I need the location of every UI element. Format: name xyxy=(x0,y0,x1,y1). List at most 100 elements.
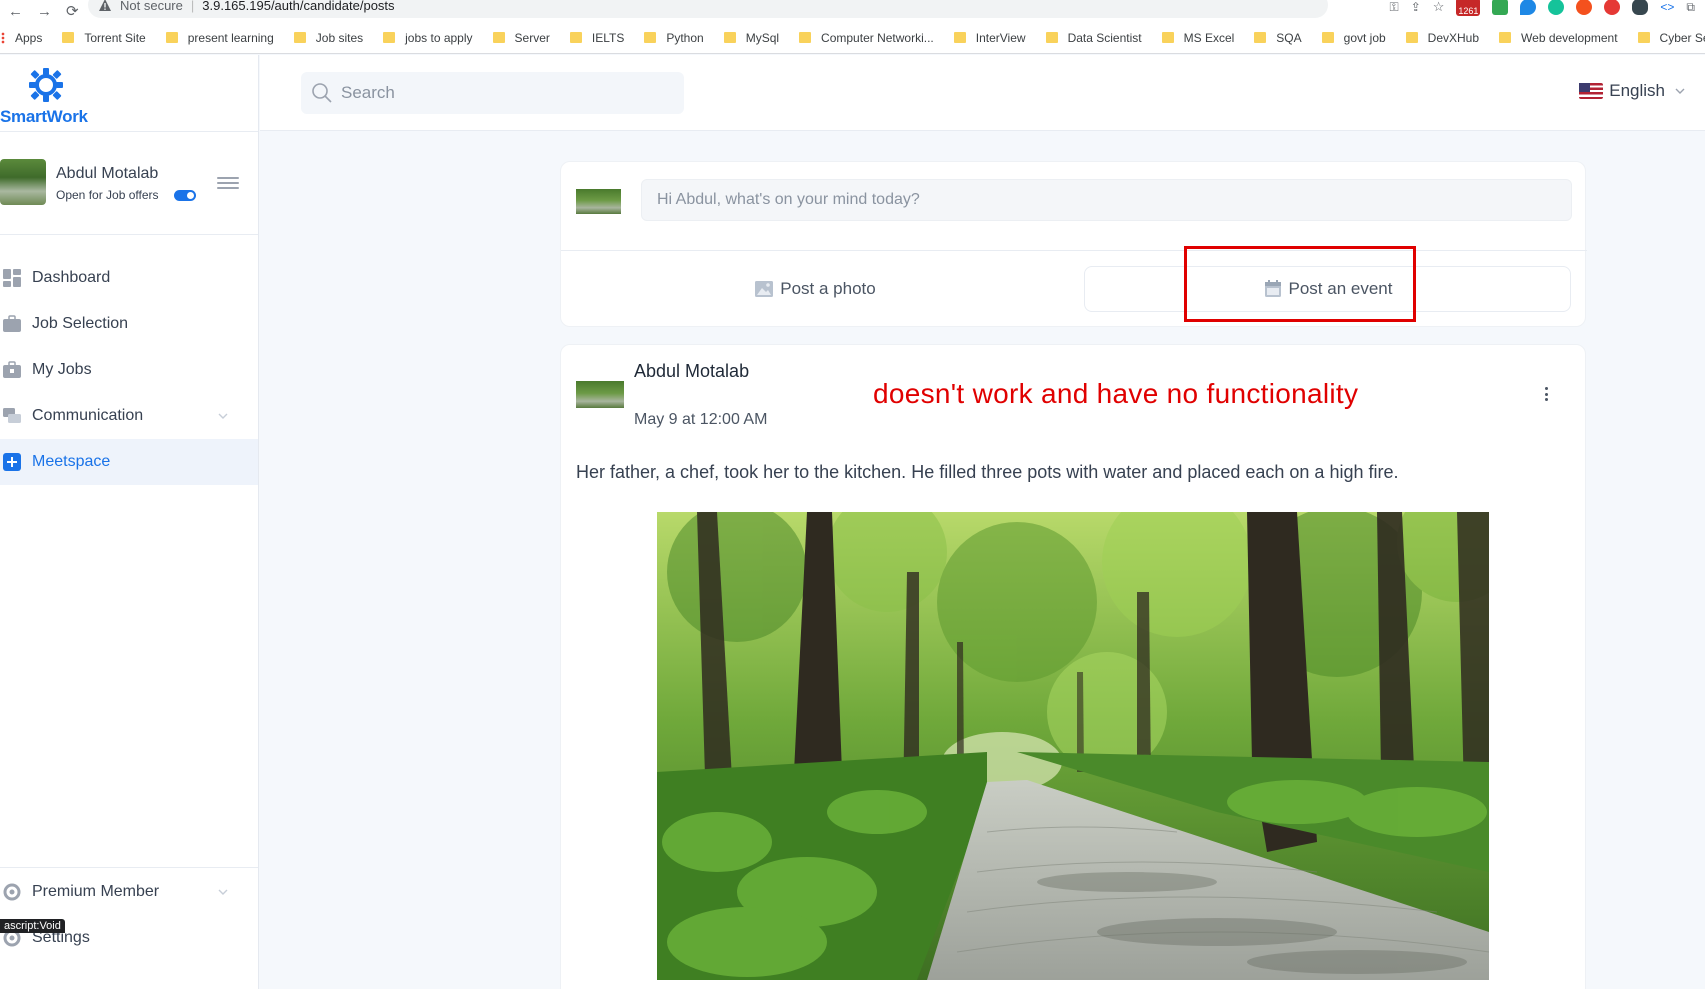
bookmark-item[interactable]: Computer Networki... xyxy=(799,31,934,45)
bookmark-item[interactable]: DevXHub xyxy=(1405,30,1480,45)
search-icon xyxy=(312,83,332,103)
orange-extension-icon[interactable] xyxy=(1576,0,1593,15)
puzzle-extension-icon[interactable]: ⧉ xyxy=(1686,0,1695,15)
bookmark-label: DevXHub xyxy=(1427,30,1480,45)
chevron-down-icon[interactable] xyxy=(218,887,228,897)
sidebar-divider xyxy=(0,131,258,132)
url-separator: | xyxy=(190,0,195,13)
sidebar-item-label: Meetspace xyxy=(32,453,111,470)
sidebar-divider xyxy=(0,867,258,868)
sidebar-item-label: Communication xyxy=(32,407,144,424)
bookmarks-bar: Apps Torrent Site present learning Job site… xyxy=(0,22,1705,54)
reload-icon[interactable]: ⟳ xyxy=(66,2,79,20)
share-icon[interactable]: ⇪ xyxy=(1411,0,1421,14)
menu-icon[interactable] xyxy=(217,177,239,191)
folder-icon xyxy=(1637,32,1650,43)
bookmark-label: govt job xyxy=(1343,30,1386,45)
bookmark-item[interactable]: IELTS xyxy=(569,31,624,45)
folder-icon xyxy=(723,32,736,43)
chevron-down-icon[interactable] xyxy=(218,411,228,421)
post-image[interactable] xyxy=(657,512,1489,980)
forward-arrow-icon[interactable]: → xyxy=(37,3,52,20)
bookmark-item[interactable]: Python xyxy=(644,30,704,45)
language-label: English xyxy=(1609,81,1665,100)
extensions-bar: ⚿ ⇪ ☆ 1261 <> ⧉ xyxy=(1390,0,1705,18)
chat-icon xyxy=(3,408,21,423)
brand-name: SmartWork xyxy=(0,107,88,126)
gmail-extension-icon[interactable]: 1261 xyxy=(1456,0,1481,16)
sidebar-item-label: Dashboard xyxy=(32,269,111,286)
browser-address-bar: ← → ⟳ Not secure | 3.9.165.195/auth/cand… xyxy=(0,0,1705,22)
more-options-icon[interactable] xyxy=(1545,387,1551,403)
bookmark-label: MySql xyxy=(745,30,780,45)
bookmark-label: Python xyxy=(666,30,704,45)
bookmark-item[interactable]: Torrent Site xyxy=(62,31,146,45)
bookmark-item[interactable]: Data Scientist xyxy=(1045,30,1142,45)
grammarly-icon[interactable] xyxy=(1548,0,1565,15)
bookmark-label: Apps xyxy=(15,30,43,45)
folder-icon xyxy=(1405,32,1418,43)
annotation-note: doesn't work and have no functionality xyxy=(873,378,1359,409)
red-extension-icon[interactable] xyxy=(1604,0,1621,15)
profile-status: Open for Job offers xyxy=(56,188,159,202)
bookmark-apps[interactable]: Apps xyxy=(0,31,42,45)
mouse-extension-icon[interactable] xyxy=(1632,0,1649,15)
smartwork-logo[interactable]: SmartWork xyxy=(0,61,110,131)
post-photo-label: Post a photo xyxy=(780,279,876,298)
security-label: Not secure xyxy=(120,0,183,13)
sidebar-item-premium-member[interactable]: Premium Member xyxy=(0,869,258,915)
avatar[interactable] xyxy=(0,159,46,205)
bookmark-item[interactable]: govt job xyxy=(1321,30,1386,45)
bookmark-item[interactable]: MS Excel xyxy=(1161,31,1234,45)
bookmark-item[interactable]: Cyber Security xyxy=(1637,31,1705,45)
profile-summary: Abdul Motalab Open for Job offers xyxy=(0,159,258,213)
sidebar-item-meetspace[interactable]: Meetspace xyxy=(0,439,258,485)
bookmark-label: present learning xyxy=(187,30,274,45)
top-bar: English xyxy=(260,55,1705,131)
composer-input[interactable]: Hi Abdul, what's on your mind today? xyxy=(641,179,1572,221)
sidebar-item-communication[interactable]: Communication xyxy=(0,393,258,439)
sidebar-nav: Dashboard Job Selection My Jobs Communicati… xyxy=(0,255,258,485)
bookmark-item[interactable]: InterView xyxy=(953,31,1026,45)
bookmark-item[interactable]: MySql xyxy=(723,30,780,45)
composer-divider xyxy=(561,250,1587,251)
folder-icon xyxy=(799,32,812,43)
bookmark-item[interactable]: SQA xyxy=(1254,31,1302,45)
sidebar-item-my-jobs[interactable]: My Jobs xyxy=(0,347,258,393)
code-extension-icon[interactable]: <> xyxy=(1660,0,1674,14)
bookmark-item[interactable]: present learning xyxy=(165,30,274,45)
extension-badge: 1261 xyxy=(1458,6,1479,16)
folder-icon xyxy=(383,32,396,43)
composer-avatar xyxy=(576,189,621,214)
sidebar-item-dashboard[interactable]: Dashboard xyxy=(0,255,258,301)
job-offers-toggle[interactable] xyxy=(174,190,196,201)
bookmark-item[interactable]: Server xyxy=(492,31,550,45)
shield-extension-icon[interactable] xyxy=(1492,0,1509,15)
bookmark-star-icon[interactable]: ☆ xyxy=(1433,0,1445,15)
back-arrow-icon[interactable]: ← xyxy=(8,3,23,20)
key-icon[interactable]: ⚿ xyxy=(1390,0,1399,15)
url-field[interactable]: Not secure | 3.9.165.195/auth/candidate/… xyxy=(88,0,1328,18)
bookmark-label: Job sites xyxy=(315,30,364,45)
folder-icon xyxy=(1499,32,1512,43)
post-body: Her father, a chef, took her to the kitc… xyxy=(576,462,1399,482)
post-author[interactable]: Abdul Motalab xyxy=(634,361,749,382)
warning-icon xyxy=(99,0,111,11)
plus-square-icon xyxy=(3,453,21,471)
drop-extension-icon[interactable] xyxy=(1520,0,1537,15)
folder-icon xyxy=(1045,32,1058,43)
bookmark-item[interactable]: Job sites xyxy=(293,30,364,45)
search-box[interactable] xyxy=(301,72,684,114)
post-author-avatar[interactable] xyxy=(576,381,624,408)
sidebar-item-label: My Jobs xyxy=(32,361,92,378)
bookmark-item[interactable]: Web development xyxy=(1499,31,1618,45)
dashboard-icon xyxy=(3,269,21,287)
post-photo-button[interactable]: Post a photo xyxy=(561,266,1069,312)
bookmark-item[interactable]: jobs to apply xyxy=(383,30,473,45)
bookmark-label: Data Scientist xyxy=(1067,30,1142,45)
sidebar-item-job-selection[interactable]: Job Selection xyxy=(0,301,258,347)
bookmark-label: jobs to apply xyxy=(405,30,473,45)
post-date: May 9 at 12:00 AM xyxy=(634,411,768,428)
language-selector[interactable]: English xyxy=(1579,81,1685,101)
search-input[interactable] xyxy=(341,83,661,103)
